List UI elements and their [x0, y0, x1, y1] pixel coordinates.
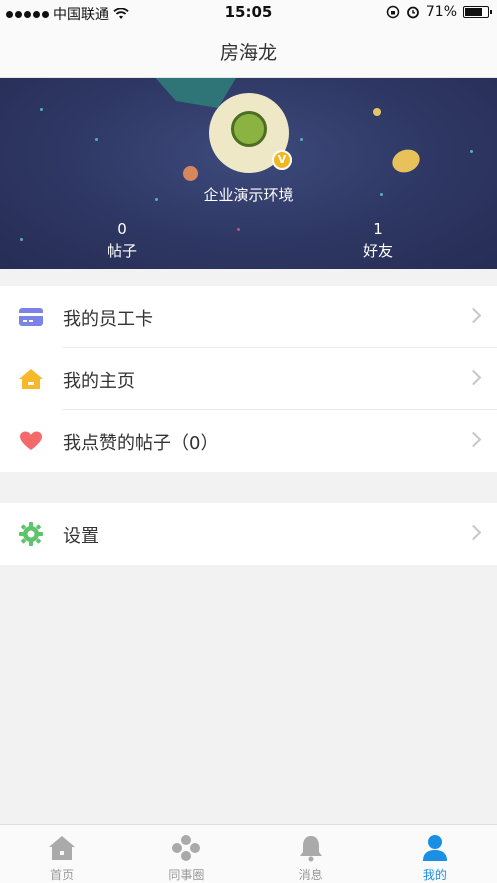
- star-decoration: [20, 238, 23, 241]
- tab-colleague-circle[interactable]: 同事圈: [124, 825, 248, 883]
- menu-item-label: 我点赞的帖子（0）: [63, 433, 219, 454]
- chevron-right-icon: [465, 431, 482, 448]
- orb-decoration: [373, 108, 381, 116]
- heart-icon: [20, 431, 42, 450]
- home-tab-icon: [49, 836, 76, 860]
- chevron-right-icon: [465, 369, 482, 386]
- battery-icon: [463, 6, 492, 18]
- lemon-decoration: [389, 145, 423, 177]
- tab-label: 首页: [50, 868, 75, 882]
- star-decoration: [40, 108, 43, 111]
- verified-badge: V: [272, 150, 292, 170]
- chevron-right-icon: [465, 307, 482, 324]
- nav-bar: 房海龙: [0, 26, 497, 78]
- profile-header: V 企业演示环境 0 帖子 1 好友: [0, 78, 497, 269]
- menu-group-settings: 设置: [0, 503, 497, 565]
- status-right: 71%: [386, 4, 492, 20]
- tab-home[interactable]: 首页: [0, 825, 124, 883]
- battery-label: 71%: [425, 4, 457, 20]
- posts-stat[interactable]: 0 帖子: [82, 218, 162, 262]
- avatar-image: [231, 111, 267, 147]
- bell-tab-icon: [299, 836, 322, 862]
- menu-item-label: 我的主页: [63, 371, 135, 392]
- alarm-icon: [406, 6, 419, 19]
- posts-count: 0: [117, 220, 127, 238]
- posts-label: 帖子: [106, 242, 137, 260]
- status-bar: 中国联通 15:05 71%: [0, 0, 497, 26]
- tab-label: 我的: [422, 868, 447, 882]
- menu-item-liked-posts[interactable]: 我点赞的帖子（0）: [0, 410, 497, 472]
- tab-messages[interactable]: 消息: [249, 825, 373, 883]
- page-title: 房海龙: [219, 42, 277, 64]
- friends-count: 1: [373, 220, 383, 238]
- menu-group-profile: 我的员工卡 我的主页 我点赞的帖子（0）: [0, 286, 497, 472]
- tab-mine[interactable]: 我的: [373, 825, 497, 883]
- star-decoration: [95, 138, 98, 141]
- menu-item-label: 设置: [63, 526, 99, 547]
- tab-label: 消息: [298, 868, 323, 882]
- company-name: 企业演示环境: [203, 186, 294, 204]
- orb-decoration: [183, 166, 198, 181]
- circle-tab-icon: [172, 835, 201, 861]
- tab-label: 同事圈: [168, 868, 205, 882]
- tab-bar: 首页 同事圈 消息 我的: [0, 824, 497, 883]
- star-decoration: [237, 228, 240, 231]
- menu-item-label: 我的员工卡: [63, 309, 153, 330]
- user-tab-icon: [422, 835, 447, 861]
- home-icon: [19, 369, 43, 389]
- menu-item-settings[interactable]: 设置: [0, 503, 497, 565]
- friends-label: 好友: [362, 242, 393, 260]
- menu-item-home-page[interactable]: 我的主页: [0, 348, 497, 410]
- card-icon: [19, 308, 43, 326]
- friends-stat[interactable]: 1 好友: [338, 218, 418, 262]
- avatar[interactable]: V: [209, 93, 292, 173]
- gear-icon: [19, 522, 43, 546]
- chevron-right-icon: [465, 524, 482, 541]
- rotation-lock-icon: [386, 5, 400, 19]
- star-decoration: [300, 138, 303, 141]
- star-decoration: [470, 150, 473, 153]
- menu-item-employee-card[interactable]: 我的员工卡: [0, 286, 497, 348]
